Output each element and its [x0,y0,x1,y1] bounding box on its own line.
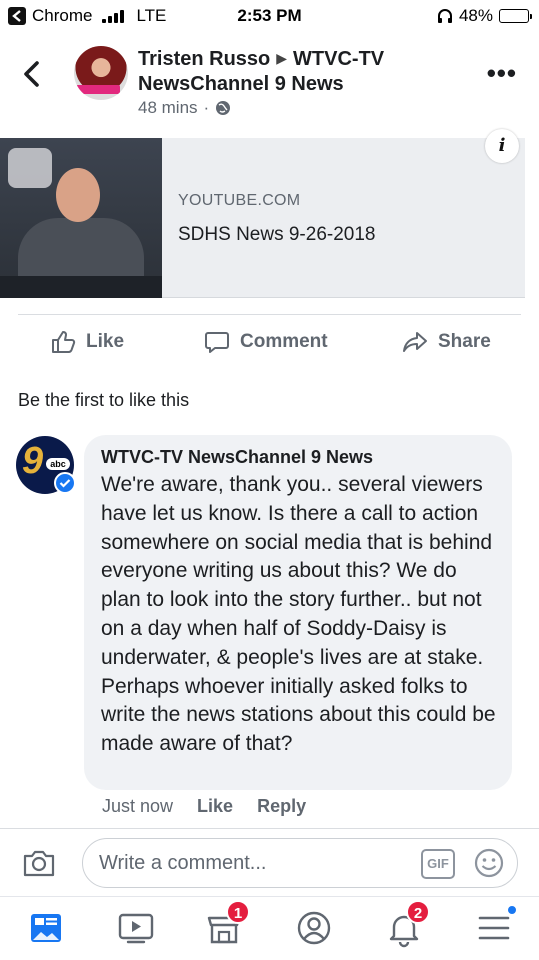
thumbs-up-icon [52,331,76,353]
share-label: Share [438,331,491,352]
status-bar: Chrome LTE 2:53 PM 48% [0,0,539,32]
link-title[interactable]: SDHS News 9-26-2018 [178,224,375,246]
divider [0,828,539,829]
battery-percent: 48% [458,6,493,25]
comment-reply-link[interactable]: Reply [257,796,306,817]
comment-bubble[interactable]: WTVC-TV NewsChannel 9 News We're aware, … [84,435,512,790]
comment-meta: Just now Like Reply [102,796,306,817]
avatar-badge [76,85,120,94]
notifications-badge: 2 [406,900,430,924]
school-logo-image [8,148,52,188]
comment-text: We're aware, thank you.. several viewers… [101,473,496,756]
nav-marketplace[interactable]: 1 [202,900,250,950]
battery-icon [499,9,532,23]
post-time[interactable]: 48 mins [138,98,198,118]
comment-input[interactable]: Write a comment... GIF [82,838,518,888]
arrow-right-icon: ▶ [276,50,288,66]
post-actions-bar: Like Comment Share [18,314,521,370]
comment-time: Just now [102,796,174,816]
thumbnail-person-head [56,168,100,222]
thumbnail-desk [0,276,162,298]
status-right: 48% [437,6,532,26]
like-button[interactable]: Like [50,329,124,355]
link-preview-card[interactable]: YOUTUBE.COM SDHS News 9-26-2018 [0,138,525,298]
chevron-left-icon [24,61,39,87]
speech-bubble-icon [205,332,229,353]
headphones-icon [437,9,452,23]
globe-icon [216,101,231,115]
share-button[interactable]: Share [402,329,491,355]
post-header: Tristen Russo ▶ WTVC-TV NewsChannel 9 News … [0,38,539,128]
commenter-name[interactable]: WTVC-TV NewsChannel 9 News [101,445,496,469]
comment-like-link[interactable]: Like [197,796,233,817]
nav-profile[interactable] [292,906,336,950]
avatar-nine: 9 [22,440,44,482]
video-thumbnail[interactable] [0,138,162,298]
emoji-icon[interactable] [473,847,505,879]
meta-separator: · [203,98,210,117]
news-feed-icon [31,914,61,942]
back-button[interactable] [20,60,44,88]
nav-news-feed[interactable] [24,906,68,950]
post-title: Tristen Russo ▶ WTVC-TV NewsChannel 9 News [138,46,384,97]
comment-button[interactable]: Comment [204,329,328,355]
more-options-icon[interactable]: ••• [487,60,517,86]
nav-watch[interactable] [114,906,158,950]
avatar-abc: abc [46,458,70,470]
reaction-summary: Be the first to like this [18,390,190,410]
verified-badge-icon [54,472,76,494]
profile-icon [297,911,331,945]
post-meta: 48 mins · [138,98,231,118]
marketplace-badge: 1 [226,900,250,924]
like-label: Like [86,331,125,352]
bottom-nav: 1 2 [0,898,539,960]
camera-icon[interactable] [22,848,56,878]
author-avatar[interactable] [74,46,128,100]
comment-label: Comment [240,331,328,352]
divider [0,896,539,897]
ad-info-icon[interactable]: i [485,129,519,163]
menu-notification-dot [506,904,518,916]
video-play-icon [118,913,154,944]
share-arrow-icon [403,332,427,352]
nav-notifications[interactable]: 2 [382,900,430,950]
gif-button[interactable]: GIF [421,849,455,879]
link-source: YOUTUBE.COM [178,192,301,209]
author-name-link[interactable]: Tristen Russo [138,48,270,70]
nav-menu[interactable] [472,904,518,950]
comment-placeholder: Write a comment... [99,852,267,874]
